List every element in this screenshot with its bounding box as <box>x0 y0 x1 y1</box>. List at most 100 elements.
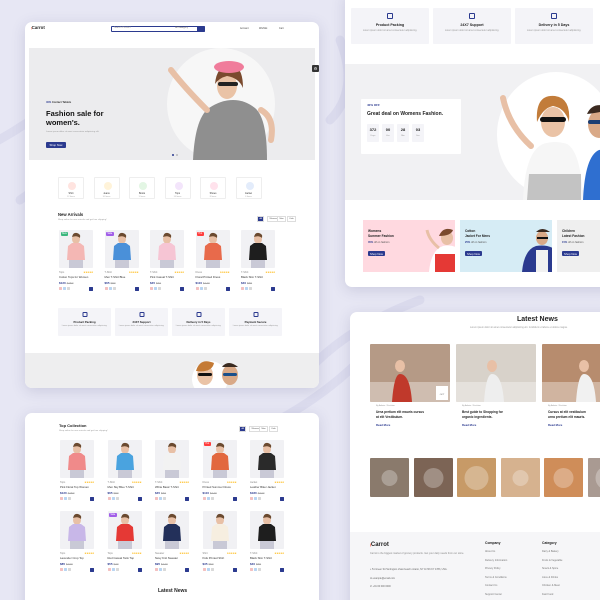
product-name[interactable]: Men T-Shirt Blue <box>105 275 139 279</box>
news-post-title-line1[interactable]: Cursus at elit vestibulum <box>548 410 586 414</box>
add-to-cart-icon[interactable] <box>185 496 189 501</box>
product-name[interactable]: Kids Printed Shirt <box>203 556 237 560</box>
news-post-title-line1[interactable]: Urna pretium elit mauris cursus <box>376 410 424 414</box>
product-card[interactable]: T-Shirt ★★★★★ Pink Casual T-Shirt $45$60 <box>150 230 184 291</box>
color-swatch[interactable] <box>150 287 153 290</box>
color-swatch[interactable] <box>250 568 253 571</box>
product-card[interactable]: T-Shirt ★★★★★ White Basic T-Shirt $45$60 <box>155 440 189 501</box>
color-swatch[interactable] <box>112 287 116 290</box>
product-name[interactable]: Black Slim T-Shirt <box>241 275 275 279</box>
color-swatch[interactable] <box>115 568 119 571</box>
color-swatch[interactable] <box>206 497 210 500</box>
add-to-cart-icon[interactable] <box>280 496 284 501</box>
product-card[interactable]: T-Shirt ★★★★★ Black Slim T-Shirt $40$55 <box>241 230 275 291</box>
account-link[interactable]: Account <box>240 27 249 30</box>
color-swatch[interactable] <box>202 568 206 571</box>
product-name[interactable]: Red Casual Tank Top <box>108 556 142 560</box>
color-swatch[interactable] <box>59 287 62 290</box>
color-swatch[interactable] <box>249 287 252 290</box>
cart-link[interactable]: Cart <box>279 27 284 30</box>
color-swatch[interactable] <box>241 287 244 290</box>
color-swatch[interactable] <box>111 568 115 571</box>
color-swatch[interactable] <box>199 287 203 290</box>
footer-link[interactable]: Juice & Drinks <box>542 576 558 580</box>
gallery-image[interactable] <box>370 458 409 497</box>
product-card[interactable]: T-Shirt ★★★★★ Men Sky Blue T-Shirt $65$80 <box>107 440 142 501</box>
product-name[interactable]: Leather Biker Jacket <box>250 485 284 489</box>
footer-link[interactable]: Chicken & Meat <box>542 584 560 588</box>
add-to-cart-icon[interactable] <box>134 286 139 291</box>
color-swatch[interactable] <box>250 497 253 500</box>
news-read-more-link[interactable]: Read More <box>548 424 562 427</box>
color-swatch[interactable] <box>60 497 63 500</box>
color-swatch[interactable] <box>155 568 158 571</box>
promo-shop-now-button[interactable]: Shop Now <box>465 251 482 256</box>
color-swatch[interactable] <box>107 497 111 500</box>
category-tile[interactable]: Jeans 10 Items <box>93 177 120 199</box>
color-swatch[interactable] <box>68 497 71 500</box>
product-card[interactable]: Shirt ★★★★★ Kids Printed Shirt $35$50 <box>202 511 237 572</box>
color-swatch[interactable] <box>60 568 63 571</box>
product-image-box[interactable] <box>60 440 94 478</box>
gallery-image[interactable] <box>413 458 453 497</box>
footer-link[interactable]: Delivery Information <box>485 559 507 563</box>
product-name[interactable]: Navy Knit Sweater <box>155 556 189 560</box>
promo-banner[interactable]: Womens Summer Fashion 35% off on fashion Sh… <box>363 220 455 272</box>
product-name[interactable]: Black Slim T-Shirt <box>250 556 284 560</box>
logo[interactable]: ᵢCarrot <box>31 25 45 30</box>
add-to-cart-icon[interactable] <box>271 286 275 291</box>
product-image-box[interactable]: New <box>59 230 93 268</box>
color-swatch[interactable] <box>163 497 166 500</box>
product-image-box[interactable] <box>250 440 284 478</box>
footer-link[interactable]: Contact Us <box>485 584 497 588</box>
color-swatch[interactable] <box>245 287 248 290</box>
category-select[interactable]: All Category <box>175 26 188 29</box>
color-swatch[interactable] <box>67 287 70 290</box>
tab-kids[interactable]: Kids <box>287 216 297 223</box>
settings-gear-icon[interactable]: ⚙ <box>312 65 319 72</box>
product-card[interactable]: Tops ★★★★★ Pink Floral Top Women $120$150 <box>60 440 94 501</box>
color-swatch[interactable] <box>210 568 214 571</box>
promo-banner[interactable]: Cotton Jacket For Mens 25% off on fashion S… <box>460 220 552 272</box>
product-name[interactable]: Pink Casual T-Shirt <box>150 275 184 279</box>
gallery-image[interactable] <box>544 458 583 497</box>
product-image-box[interactable] <box>202 511 237 549</box>
color-swatch[interactable] <box>158 287 161 290</box>
product-image-box[interactable]: Hot <box>195 230 230 268</box>
color-swatch[interactable] <box>108 287 112 290</box>
product-image-box[interactable]: Sale <box>104 230 139 268</box>
product-card[interactable]: Sweater ★★★★★ Navy Knit Sweater $95$120 <box>155 511 189 572</box>
product-image-box[interactable] <box>155 440 189 478</box>
tab-kids[interactable]: Kids <box>269 426 279 433</box>
hero-slider-dots[interactable] <box>172 154 178 156</box>
product-name[interactable]: White Basic T-Shirt <box>155 485 189 489</box>
gallery-image[interactable] <box>587 458 600 497</box>
color-swatch[interactable] <box>64 497 67 500</box>
color-swatch[interactable] <box>111 497 115 500</box>
footer-email[interactable]: ✉ example@email.com <box>370 577 395 580</box>
color-swatch[interactable] <box>254 497 257 500</box>
product-card[interactable]: Sale T-Shirt ★★★★★ Men T-Shirt Blue $65$80 <box>104 230 139 291</box>
color-swatch[interactable] <box>115 497 119 500</box>
color-swatch[interactable] <box>63 287 66 290</box>
product-name[interactable]: Lavender Crop Top <box>60 556 94 560</box>
product-image-box[interactable] <box>150 230 184 268</box>
color-swatch[interactable] <box>68 568 71 571</box>
product-name[interactable]: Cotton Tops for Women <box>59 275 93 279</box>
color-swatch[interactable] <box>203 287 207 290</box>
product-card[interactable]: Sale Tops ★★★★★ Red Casual Tank Top $55$70 <box>107 511 142 572</box>
color-swatch[interactable] <box>107 568 111 571</box>
color-swatch[interactable] <box>104 287 108 290</box>
wishlist-link[interactable]: Wishlist <box>259 27 267 30</box>
category-tile[interactable]: Shirt 12 Items <box>58 177 84 199</box>
promo-banner[interactable]: Children Latest Fashion 15% off on fashion… <box>557 220 600 272</box>
color-swatch[interactable] <box>163 568 166 571</box>
news-read-more-link[interactable]: Read More <box>376 424 390 427</box>
footer-link[interactable]: Fruits & Vegetable <box>542 559 562 563</box>
product-image-box[interactable]: Hot <box>202 440 237 478</box>
product-image-box[interactable]: Sale <box>107 511 142 549</box>
footer-link[interactable]: Terms & Conditions <box>485 576 507 580</box>
product-image-box[interactable] <box>241 230 275 268</box>
gallery-image[interactable] <box>457 458 496 497</box>
color-swatch[interactable] <box>202 497 206 500</box>
